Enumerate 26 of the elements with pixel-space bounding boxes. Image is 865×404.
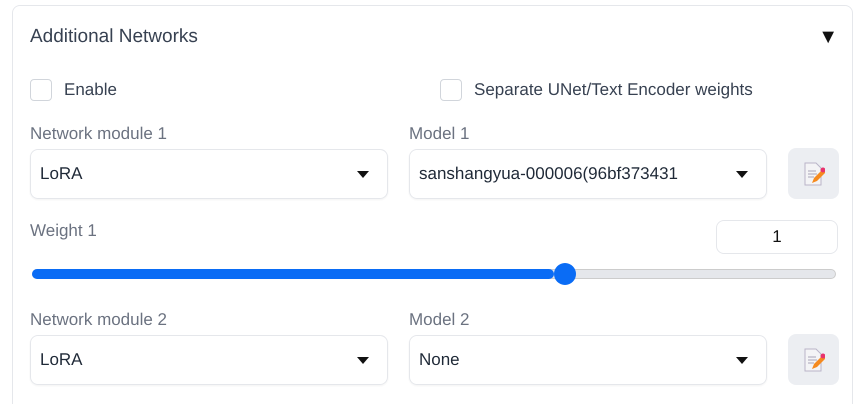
model-dropdown[interactable]: None bbox=[409, 335, 767, 385]
edit-button[interactable] bbox=[788, 148, 839, 199]
field-label: Model 2 bbox=[409, 309, 470, 331]
edit-button[interactable] bbox=[788, 334, 839, 385]
collapse-toggle[interactable]: ▼ bbox=[818, 27, 838, 47]
model-dropdown[interactable]: sanshangyua-000006(96bf373431 bbox=[409, 149, 767, 199]
panel-title: Additional Networks bbox=[30, 24, 198, 49]
checkbox-label[interactable]: Enable bbox=[64, 77, 117, 103]
caret-icon bbox=[357, 170, 369, 178]
weight-input[interactable]: 1 bbox=[716, 220, 838, 254]
field-label: Weight 1 bbox=[30, 220, 97, 242]
field-label: Network module 1 bbox=[30, 123, 168, 145]
field-label: Network module 2 bbox=[30, 309, 168, 331]
document-pencil-icon bbox=[802, 348, 824, 372]
checkbox[interactable] bbox=[440, 79, 462, 101]
module-dropdown[interactable]: LoRA bbox=[30, 149, 388, 199]
weight-slider[interactable] bbox=[32, 263, 836, 285]
caret-icon bbox=[736, 356, 748, 364]
module-dropdown[interactable]: LoRA bbox=[30, 335, 388, 385]
slider-thumb[interactable] bbox=[554, 263, 576, 285]
caret-icon bbox=[736, 170, 748, 178]
field-label: Model 1 bbox=[409, 123, 470, 145]
document-pencil-icon bbox=[802, 162, 824, 186]
checkbox-label[interactable]: Separate UNet/Text Encoder weights bbox=[474, 77, 753, 103]
caret-icon bbox=[357, 356, 369, 364]
checkbox[interactable] bbox=[30, 79, 52, 101]
